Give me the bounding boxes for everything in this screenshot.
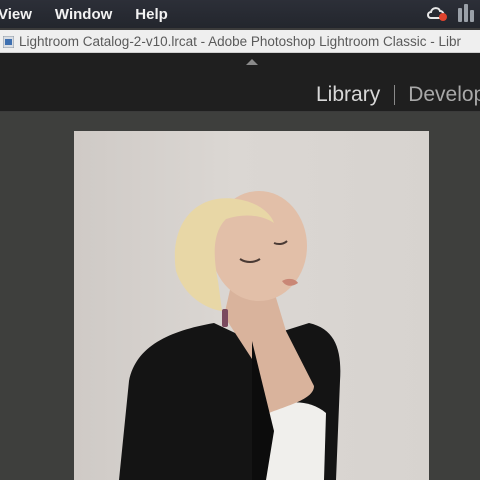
lightroom-app-icon bbox=[2, 35, 15, 49]
menu-bar: View Window Help bbox=[0, 0, 480, 28]
status-bars-icon[interactable] bbox=[458, 4, 474, 22]
module-picker: Library Develop bbox=[316, 83, 480, 107]
menu-view[interactable]: View bbox=[0, 6, 32, 23]
module-library[interactable]: Library bbox=[316, 83, 380, 107]
window-title-bar: Lightroom Catalog-2-v10.lrcat - Adobe Ph… bbox=[0, 30, 480, 53]
photo-preview[interactable] bbox=[74, 131, 429, 480]
collapse-arrow-icon[interactable] bbox=[246, 59, 258, 65]
lightroom-top-panel: Library Develop bbox=[0, 53, 480, 111]
status-icons bbox=[426, 4, 474, 22]
menu-help[interactable]: Help bbox=[135, 6, 168, 23]
creative-cloud-icon[interactable] bbox=[426, 4, 448, 22]
portrait-image bbox=[119, 191, 341, 480]
module-develop[interactable]: Develop bbox=[408, 83, 480, 107]
menu-window[interactable]: Window bbox=[55, 6, 112, 23]
window-title: Lightroom Catalog-2-v10.lrcat - Adobe Ph… bbox=[19, 33, 461, 49]
module-divider bbox=[394, 85, 396, 105]
